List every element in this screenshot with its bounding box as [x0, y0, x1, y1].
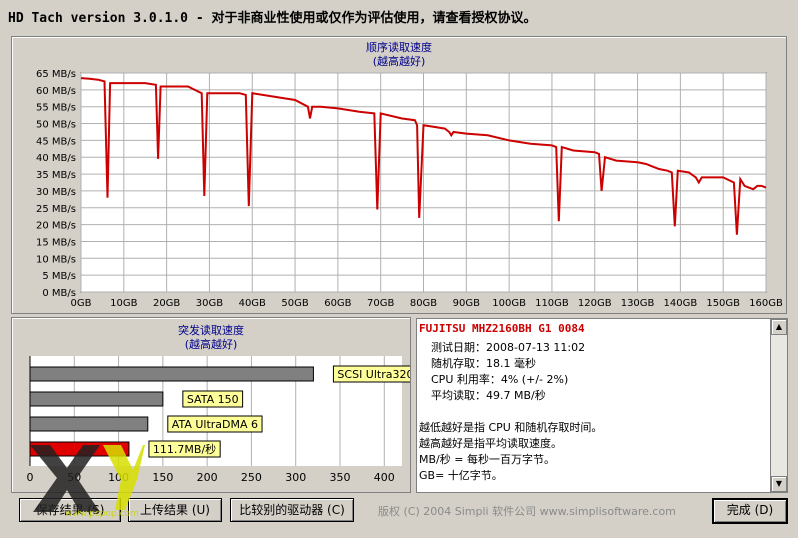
info-scrollbar[interactable]: ▲ ▼ [770, 318, 788, 493]
x-tick-label: 20GB [153, 298, 180, 309]
watermark-url: www.pcpop.com [65, 509, 139, 519]
x-tick-label: 140GB [664, 298, 698, 309]
x-tick-label: 50GB [281, 298, 308, 309]
burst-bar-label: 111.7MB/秒 [153, 442, 216, 456]
random-access: 随机存取：18.1 毫秒 [431, 357, 536, 370]
chart-grid [80, 72, 767, 293]
x-tick-label: 120GB [578, 298, 612, 309]
x-tick-label: 40GB [239, 298, 266, 309]
y-tick-label: 50 MB/s [36, 120, 76, 131]
sequential-read-chart: 顺序读取速度 (越高越好) 0 MB/s5 MB/s10 MB/s15 MB/s… [36, 40, 783, 309]
note-gb-definition: GB= 十亿字节。 [419, 469, 503, 482]
x-tick-label: 70GB [367, 298, 394, 309]
y-tick-label: 15 MB/s [36, 237, 76, 248]
y-tick-label: 30 MB/s [36, 187, 76, 198]
watermark-logo: www.pcpop.com [30, 445, 145, 519]
burst-bar [29, 366, 314, 382]
x-axis-ticks: 0GB 10GB 20GB 30GB 40GB 50GB 60GB 70GB 80GB 90GB 1… [71, 298, 783, 309]
sequential-chart-panel: 顺序读取速度 (越高越好) 0 MB/s 5 MB/s 10 MB/s 15 MB/s… [11, 36, 787, 314]
x-tick-label: 90GB [453, 298, 480, 309]
burst-chart-subtitle: (越高越好) [185, 337, 238, 351]
y-tick-label: 10 MB/s [36, 254, 76, 265]
y-tick-label: 40 MB/s [36, 153, 76, 164]
burst-chart-title: 突发读取速度 [178, 323, 244, 337]
x-tick-label: 100GB [492, 298, 526, 309]
burst-x-tick-label: 350 [330, 471, 351, 484]
cpu-utilization: CPU 利用率：4% (+/- 2%) [431, 373, 569, 386]
copyright-text: 版权 (C) 2004 Simpli 软件公司 www.simplisoftwa… [378, 505, 676, 518]
burst-bar-label: ATA UltraDMA 6 [172, 418, 258, 431]
burst-x-tick-label: 150 [152, 471, 173, 484]
x-tick-label: 80GB [410, 298, 437, 309]
burst-bar [29, 416, 149, 432]
window-title: HD Tach version 3.0.1.0 - 对于非商业性使用或仅作为评估… [8, 11, 537, 26]
y-tick-label: 60 MB/s [36, 86, 76, 97]
x-tick-label: 10GB [110, 298, 137, 309]
burst-x-tick-label: 200 [197, 471, 218, 484]
y-tick-label: 55 MB/s [36, 103, 76, 114]
x-tick-label: 130GB [621, 298, 655, 309]
y-tick-label: 45 MB/s [36, 136, 76, 147]
scroll-down-button[interactable]: ▼ [771, 476, 787, 492]
note-mb-definition: MB/秒 = 每秒一百万字节。 [419, 453, 555, 466]
x-tick-label: 60GB [324, 298, 351, 309]
y-tick-label: 25 MB/s [36, 204, 76, 215]
x-tick-label: 160GB [749, 298, 783, 309]
drive-name: FUJITSU MHZ2160BH G1 0084 [419, 322, 585, 335]
done-button[interactable]: 完成 (D) [712, 498, 788, 524]
test-date: 测试日期：2008-07-13 11:02 [431, 341, 586, 354]
y-tick-label: 35 MB/s [36, 170, 76, 181]
x-tick-label: 110GB [535, 298, 569, 309]
y-tick-label: 65 MB/s [36, 69, 76, 80]
x-tick-label: 0GB [71, 298, 92, 309]
y-tick-label: 20 MB/s [36, 221, 76, 232]
y-axis-ticks: 0 MB/s5 MB/s10 MB/s15 MB/s20 MB/s25 MB/s… [36, 69, 76, 299]
compare-drive-button[interactable]: 比较别的驱动器 (C) [230, 498, 354, 522]
y-tick-label: 5 MB/s [42, 271, 76, 282]
burst-bar [29, 391, 164, 407]
burst-x-tick-label: 400 [374, 471, 395, 484]
x-tick-label: 150GB [706, 298, 740, 309]
chart-subtitle: (越高越好) [373, 54, 426, 68]
burst-x-tick-label: 300 [285, 471, 306, 484]
scroll-up-button[interactable]: ▲ [771, 319, 787, 335]
note-higher-better: 越高越好是指平均读取速度。 [419, 437, 562, 450]
burst-bar-label: SCSI Ultra320 [337, 368, 410, 381]
chart-title: 顺序读取速度 [366, 40, 432, 54]
burst-x-tick-label: 250 [241, 471, 262, 484]
title-bar: HD Tach version 3.0.1.0 - 对于非商业性使用或仅作为评估… [0, 0, 798, 30]
info-panel: FUJITSU MHZ2160BH G1 0084 测试日期：2008-07-1… [416, 318, 772, 493]
x-tick-label: 30GB [196, 298, 223, 309]
note-lower-better: 越低越好是指 CPU 和随机存取时间。 [419, 421, 603, 434]
burst-bar-label: SATA 150 [187, 393, 239, 406]
average-read: 平均读取：49.7 MB/秒 [431, 389, 546, 402]
